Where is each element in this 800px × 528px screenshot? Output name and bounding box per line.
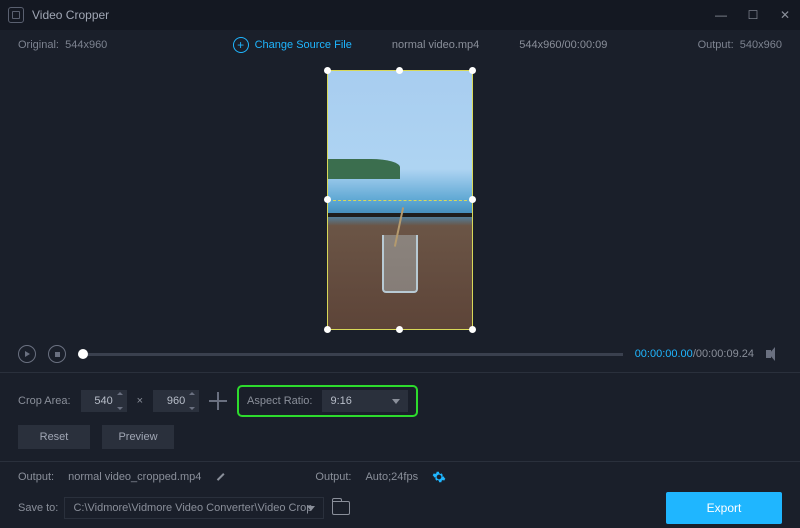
- timeline-thumb[interactable]: [78, 349, 88, 359]
- source-dimensions: 544x960/00:00:09: [519, 39, 607, 51]
- output-filename: normal video_cropped.mp4: [68, 471, 201, 483]
- video-content: [382, 235, 418, 293]
- change-source-button[interactable]: + Change Source File: [233, 37, 352, 53]
- crop-box[interactable]: [327, 70, 473, 330]
- export-button[interactable]: Export: [666, 492, 782, 524]
- stop-button[interactable]: [48, 345, 66, 363]
- output-filename-row: Output: normal video_cropped.mp4 Output:…: [0, 466, 800, 488]
- crop-area-label: Crop Area:: [18, 395, 71, 407]
- crop-handle[interactable]: [469, 326, 476, 333]
- original-info: Original: 544x960: [18, 39, 178, 51]
- output-info: Output: 540x960: [662, 39, 782, 51]
- titlebar: Video Cropper — ☐ ✕: [0, 0, 800, 30]
- info-center: + Change Source File normal video.mp4 54…: [178, 37, 662, 53]
- crop-width-input[interactable]: 540: [81, 390, 127, 412]
- crop-controls: Crop Area: 540 × 960 Aspect Ratio: 9:16: [0, 377, 800, 425]
- crop-handle[interactable]: [469, 67, 476, 74]
- crop-handle[interactable]: [469, 196, 476, 203]
- preview-button[interactable]: Preview: [102, 425, 174, 449]
- crop-handle[interactable]: [324, 196, 331, 203]
- bottom-bar: Save to: C:\Vidmore\Vidmore Video Conver…: [0, 488, 800, 528]
- timeline-row: 00:00:00.00/00:00:09.24: [0, 340, 800, 368]
- crop-handle[interactable]: [324, 326, 331, 333]
- app-icon: [8, 7, 24, 23]
- output-settings: Auto;24fps: [365, 471, 418, 483]
- crop-handle[interactable]: [396, 326, 403, 333]
- edit-icon[interactable]: [215, 471, 227, 483]
- timeline-track[interactable]: [78, 353, 623, 356]
- reset-button[interactable]: Reset: [18, 425, 90, 449]
- aspect-ratio-label: Aspect Ratio:: [247, 395, 312, 407]
- stepper-icon[interactable]: [189, 392, 197, 410]
- maximize-button[interactable]: ☐: [746, 8, 760, 22]
- divider: [0, 372, 800, 373]
- crop-height-input[interactable]: 960: [153, 390, 199, 412]
- divider: [0, 461, 800, 462]
- aspect-ratio-highlight: Aspect Ratio: 9:16: [237, 385, 418, 417]
- close-button[interactable]: ✕: [778, 8, 792, 22]
- action-row: Reset Preview: [0, 425, 800, 457]
- stepper-icon[interactable]: [117, 392, 125, 410]
- window-controls: — ☐ ✕: [714, 8, 792, 22]
- center-crop-icon[interactable]: [209, 392, 227, 410]
- timecode: 00:00:00.00/00:00:09.24: [635, 348, 754, 360]
- crop-handle[interactable]: [396, 67, 403, 74]
- minimize-button[interactable]: —: [714, 8, 728, 22]
- aspect-ratio-dropdown[interactable]: 9:16: [322, 390, 408, 412]
- preview-area: [0, 60, 800, 340]
- source-filename: normal video.mp4: [392, 39, 479, 51]
- gear-icon[interactable]: [432, 470, 446, 484]
- save-to-label: Save to:: [18, 502, 58, 514]
- window-title: Video Cropper: [32, 8, 109, 22]
- volume-icon[interactable]: [766, 346, 782, 362]
- info-bar: Original: 544x960 + Change Source File n…: [0, 30, 800, 60]
- save-path-dropdown[interactable]: C:\Vidmore\Vidmore Video Converter\Video…: [64, 497, 324, 519]
- plus-icon: +: [233, 37, 249, 53]
- play-button[interactable]: [18, 345, 36, 363]
- open-folder-icon[interactable]: [332, 501, 350, 515]
- crop-handle[interactable]: [324, 67, 331, 74]
